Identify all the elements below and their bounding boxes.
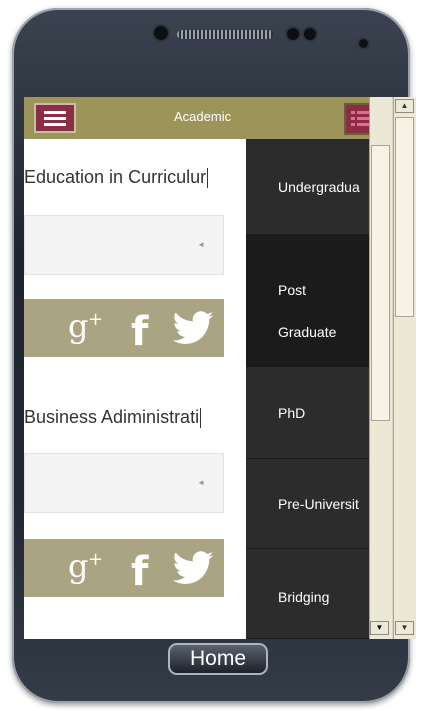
list-icon xyxy=(351,117,355,120)
dropdown-arrow-icon: ◄ xyxy=(197,240,205,249)
hamburger-icon xyxy=(44,123,66,126)
list-icon xyxy=(351,123,355,126)
dropdown-arrow-icon: ◄ xyxy=(197,478,205,487)
drawer-item-label: Pre-Universit xyxy=(278,496,359,512)
menu-button[interactable] xyxy=(34,103,76,133)
indicator-light xyxy=(359,39,368,48)
sensor xyxy=(287,28,299,40)
svg-text:f: f xyxy=(131,549,149,589)
drawer-item-undergraduate[interactable]: Undergradua xyxy=(246,139,369,235)
screen: Academic Education in Curriculur ◄ g + f… xyxy=(24,97,416,639)
home-button[interactable]: Home xyxy=(168,643,268,675)
hamburger-icon xyxy=(44,111,66,114)
speaker-grille xyxy=(177,30,273,39)
drawer-item-phd[interactable]: PhD xyxy=(246,367,369,459)
field-value: Business Adiministrati xyxy=(24,407,200,427)
google-plus-icon[interactable]: g + xyxy=(68,549,106,585)
google-plus-icon[interactable]: g + xyxy=(68,309,106,345)
program-name-field[interactable]: Business Adiministrati xyxy=(24,403,230,431)
scroll-down-button[interactable]: ▼ xyxy=(370,621,389,635)
scrollbar-area: ▲ ▼ ▼ xyxy=(369,97,416,639)
scrollbar-thumb[interactable] xyxy=(395,117,414,317)
drawer-item-label: Undergradua xyxy=(278,179,360,195)
text-caret xyxy=(207,168,209,189)
drawer-item-label: PhD xyxy=(278,405,306,421)
facebook-icon[interactable]: f xyxy=(130,307,154,349)
scrollbar-thumb[interactable] xyxy=(371,145,390,421)
facebook-icon[interactable]: f xyxy=(130,547,154,589)
social-share-bar: g + f xyxy=(24,299,224,357)
drawer-item-label: Bridging xyxy=(278,589,330,605)
social-share-bar: g + f xyxy=(24,539,224,597)
text-caret xyxy=(200,408,202,429)
svg-text:+: + xyxy=(88,549,103,570)
program-select[interactable]: ◄ xyxy=(24,215,224,275)
field-value: Education in Curriculur xyxy=(24,167,207,187)
svg-text:+: + xyxy=(88,309,103,330)
scroll-up-button[interactable]: ▲ xyxy=(395,99,414,113)
hamburger-icon xyxy=(44,117,66,120)
twitter-icon[interactable] xyxy=(172,311,214,345)
app-bar: Academic xyxy=(24,97,380,139)
drawer-item-label: Post xyxy=(278,282,307,298)
drawer-item-postgraduate[interactable]: Post Graduate xyxy=(246,235,369,367)
program-select[interactable]: ◄ xyxy=(24,453,224,513)
app-title: Academic xyxy=(174,109,232,124)
svg-text:g: g xyxy=(68,309,88,345)
inner-scrollbar[interactable] xyxy=(369,97,392,639)
main-content: Education in Curriculur ◄ g + f Business… xyxy=(24,139,246,639)
nav-drawer: Undergradua Post Graduate PhD Pre-Univer… xyxy=(246,139,369,639)
program-name-field[interactable]: Education in Curriculur xyxy=(24,163,230,191)
scroll-down-button[interactable]: ▼ xyxy=(395,621,414,635)
svg-text:f: f xyxy=(131,309,149,349)
drawer-item-bridging[interactable]: Bridging xyxy=(246,549,369,639)
sensor xyxy=(304,28,316,40)
drawer-item-label: Graduate xyxy=(278,324,337,340)
drawer-item-pre-university[interactable]: Pre-Universit xyxy=(246,459,369,549)
twitter-icon[interactable] xyxy=(172,551,214,585)
page-scrollbar[interactable]: ▲ ▼ xyxy=(393,97,416,639)
front-camera xyxy=(154,26,168,40)
svg-text:g: g xyxy=(68,549,88,585)
list-icon xyxy=(351,111,355,114)
